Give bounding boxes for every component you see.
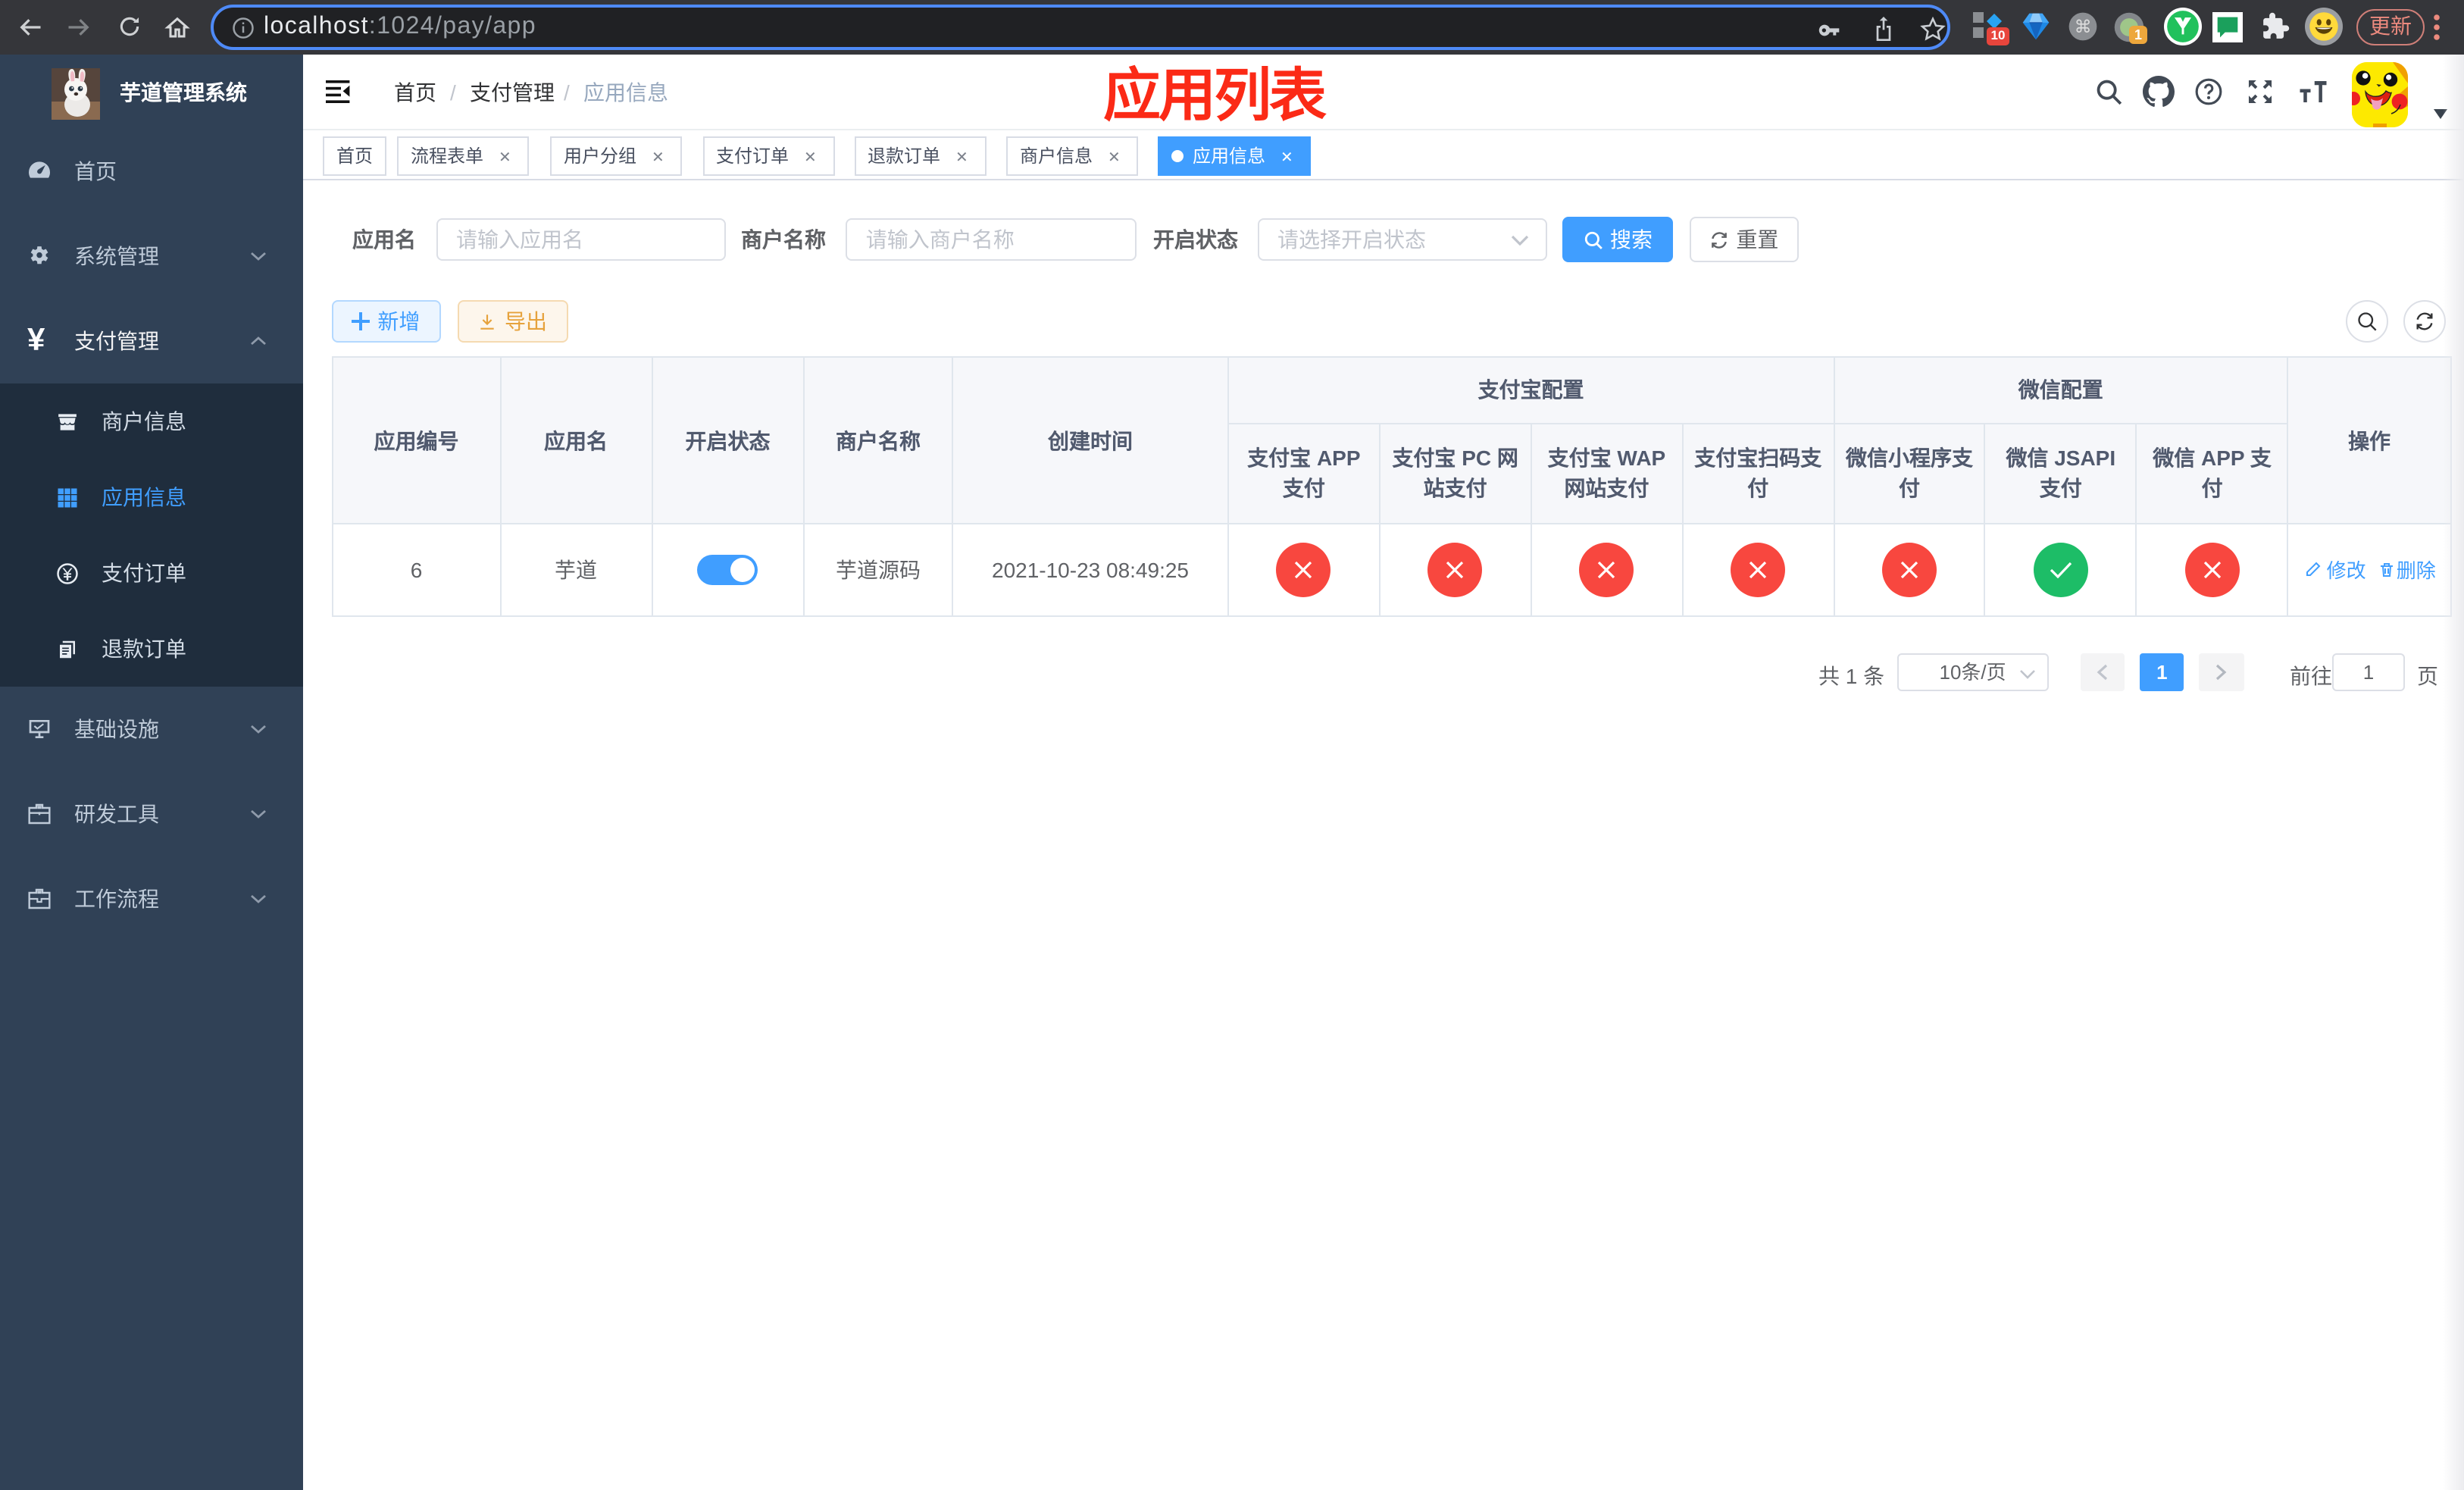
- svg-text:⌘: ⌘: [2074, 17, 2091, 36]
